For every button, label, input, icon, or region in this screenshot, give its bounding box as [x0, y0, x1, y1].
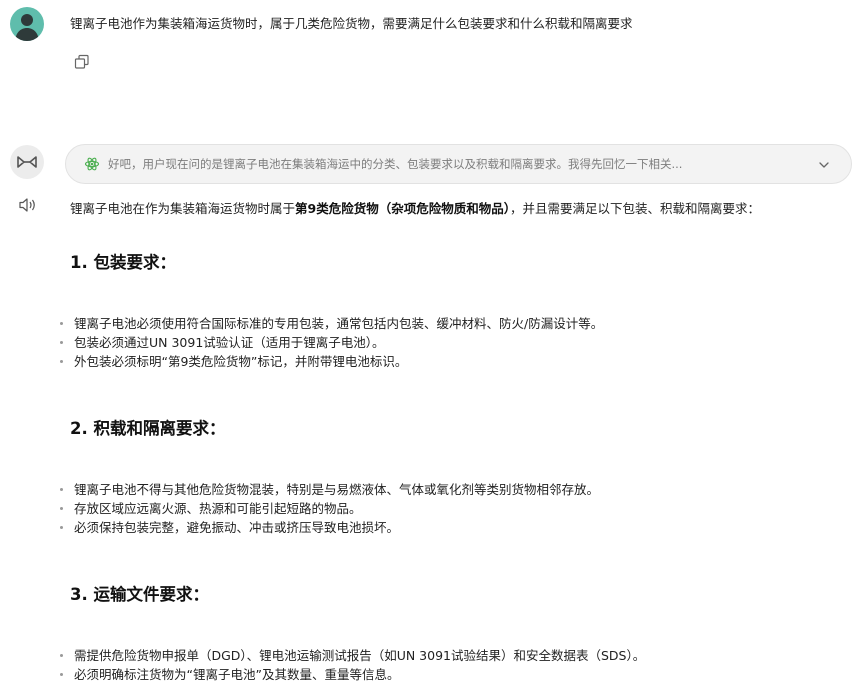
list-item: 外包装必须标明“第9类危险货物”标记，并附带锂电池标识。 [60, 352, 603, 371]
section-title-documents: 3. 运输文件要求： [70, 585, 209, 604]
chevron-down-icon [819, 162, 829, 168]
list-item: 存放区域应远离火源、热源和可能引起短路的物品。 [60, 499, 599, 518]
list-item: 必须保持包装完整，避免振动、冲击或挤压导致电池损坏。 [60, 518, 599, 537]
speaker-icon [19, 198, 35, 212]
intro-suffix: ，并且需要满足以下包装、积载和隔离要求： [509, 201, 760, 216]
list-item: 锂离子电池必须使用符合国际标准的专用包装，通常包括内包装、缓冲材料、防火/防漏设… [60, 314, 603, 333]
list-item: 需提供危险货物申报单（DGD）、锂电池运输测试报告（如UN 3091试验结果）和… [60, 646, 645, 665]
section-title-stowage: 2. 积载和隔离要求： [70, 419, 226, 438]
list-item: 必须明确标注货物为“锂离子电池”及其数量、重量等信息。 [60, 665, 645, 684]
atom-icon [84, 157, 100, 171]
intro-prefix: 锂离子电池在作为集装箱海运货物时属于 [70, 201, 296, 216]
copy-button[interactable] [73, 53, 91, 71]
assistant-avatar [10, 145, 44, 179]
thinking-summary-toggle[interactable]: 好吧，用户现在问的是锂离子电池在集装箱海运中的分类、包装要求以及积载和隔离要求。… [65, 144, 852, 184]
user-avatar-icon [15, 14, 39, 41]
user-message: 锂离子电池作为集装箱海运货物时，属于几类危险货物，需要满足什么包装要求和什么积载… [70, 16, 633, 31]
stowage-list: 锂离子电池不得与其他危险货物混装，特别是与易燃液体、气体或氧化剂等类别货物相邻存… [60, 480, 599, 537]
section-title-packaging: 1. 包装要求： [70, 253, 176, 272]
read-aloud-button[interactable] [18, 196, 38, 214]
packaging-list: 锂离子电池必须使用符合国际标准的专用包装，通常包括内包装、缓冲材料、防火/防漏设… [60, 314, 603, 371]
answer-intro: 锂离子电池在作为集装箱海运货物时属于第9类危险货物（杂项危险物质和物品），并且需… [70, 200, 760, 218]
list-item: 锂离子电池不得与其他危险货物混装，特别是与易燃液体、气体或氧化剂等类别货物相邻存… [60, 480, 599, 499]
list-item: 包装必须通过UN 3091试验认证（适用于锂离子电池）。 [60, 333, 603, 352]
thinking-summary-text: 好吧，用户现在问的是锂离子电池在集装箱海运中的分类、包装要求以及积载和隔离要求。… [108, 157, 683, 171]
copy-icon [74, 54, 89, 69]
chat-page: 锂离子电池作为集装箱海运货物时，属于几类危险货物，需要满足什么包装要求和什么积载… [0, 0, 867, 696]
user-avatar [10, 7, 44, 41]
infinity-logo-icon [17, 156, 37, 168]
documents-list: 需提供危险货物申报单（DGD）、锂电池运输测试报告（如UN 3091试验结果）和… [60, 646, 645, 684]
intro-bold: 第9类危险货物（杂项危险物质和物品） [295, 201, 510, 216]
